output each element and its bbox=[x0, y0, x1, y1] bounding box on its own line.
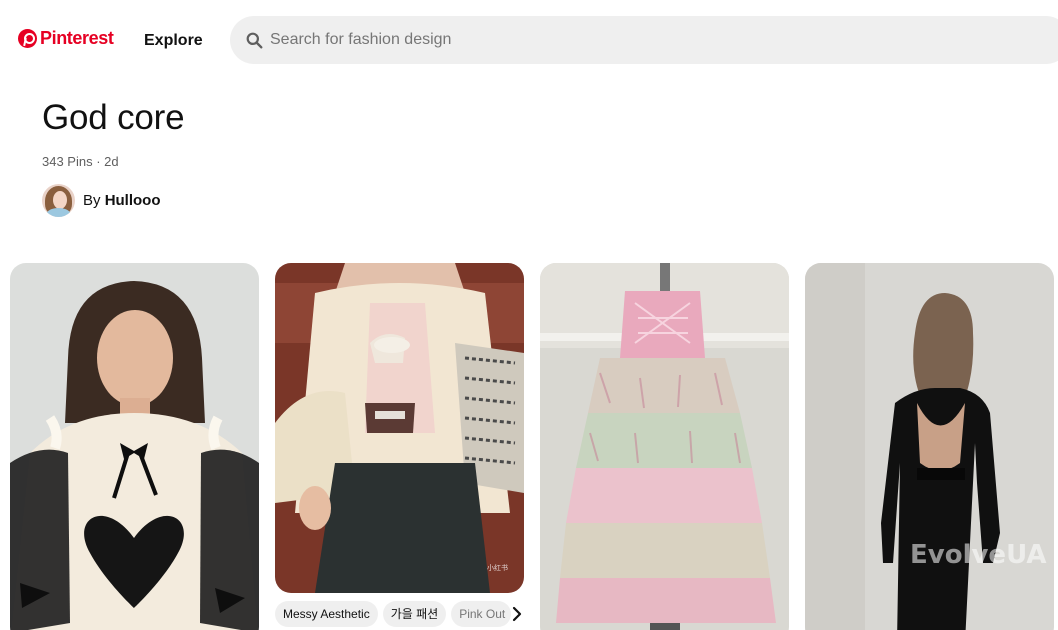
pin-card-2[interactable]: 小红书 bbox=[275, 263, 524, 593]
pin-image-cream-cardigan: 小红书 bbox=[275, 263, 524, 593]
tag-chip[interactable]: Pink Out bbox=[451, 601, 512, 627]
tag-chip[interactable]: Messy Aesthetic bbox=[275, 601, 378, 627]
avatar[interactable] bbox=[42, 184, 75, 217]
board-meta: 343 Pins · 2d bbox=[42, 154, 119, 169]
explore-link[interactable]: Explore bbox=[144, 32, 203, 50]
search-input[interactable] bbox=[270, 16, 1050, 64]
tag-chip[interactable]: 가을 패션 bbox=[382, 601, 447, 627]
search-bar[interactable] bbox=[230, 16, 1058, 64]
search-icon bbox=[246, 32, 263, 49]
board-owner[interactable]: By Hullooo bbox=[42, 184, 161, 217]
pin-watermark: EvolveUA bbox=[910, 540, 1047, 570]
pin-card-4[interactable]: EvolveUA bbox=[805, 263, 1054, 630]
pin-card-3[interactable] bbox=[540, 263, 789, 630]
owner-prefix: By bbox=[83, 192, 101, 209]
pin-image-tiered-skirt bbox=[540, 263, 789, 630]
board-title: God core bbox=[42, 98, 185, 137]
pinterest-logo[interactable]: Pinterest bbox=[18, 28, 114, 49]
owner-text: By Hullooo bbox=[83, 192, 161, 209]
pin-image-lace-blouse bbox=[10, 263, 259, 630]
logo-text: Pinterest bbox=[40, 28, 114, 48]
pin-card-1[interactable] bbox=[10, 263, 259, 630]
pinterest-logo-icon bbox=[18, 29, 37, 48]
pin-tags: Messy Aesthetic 가을 패션 Pink Out bbox=[275, 601, 524, 627]
svg-text:小红书: 小红书 bbox=[487, 563, 508, 572]
pin-image-black-dress: EvolveUA bbox=[805, 263, 1054, 630]
top-header: Pinterest Explore bbox=[0, 0, 1058, 82]
chevron-right-icon[interactable] bbox=[510, 603, 524, 625]
owner-name[interactable]: Hullooo bbox=[105, 192, 161, 209]
